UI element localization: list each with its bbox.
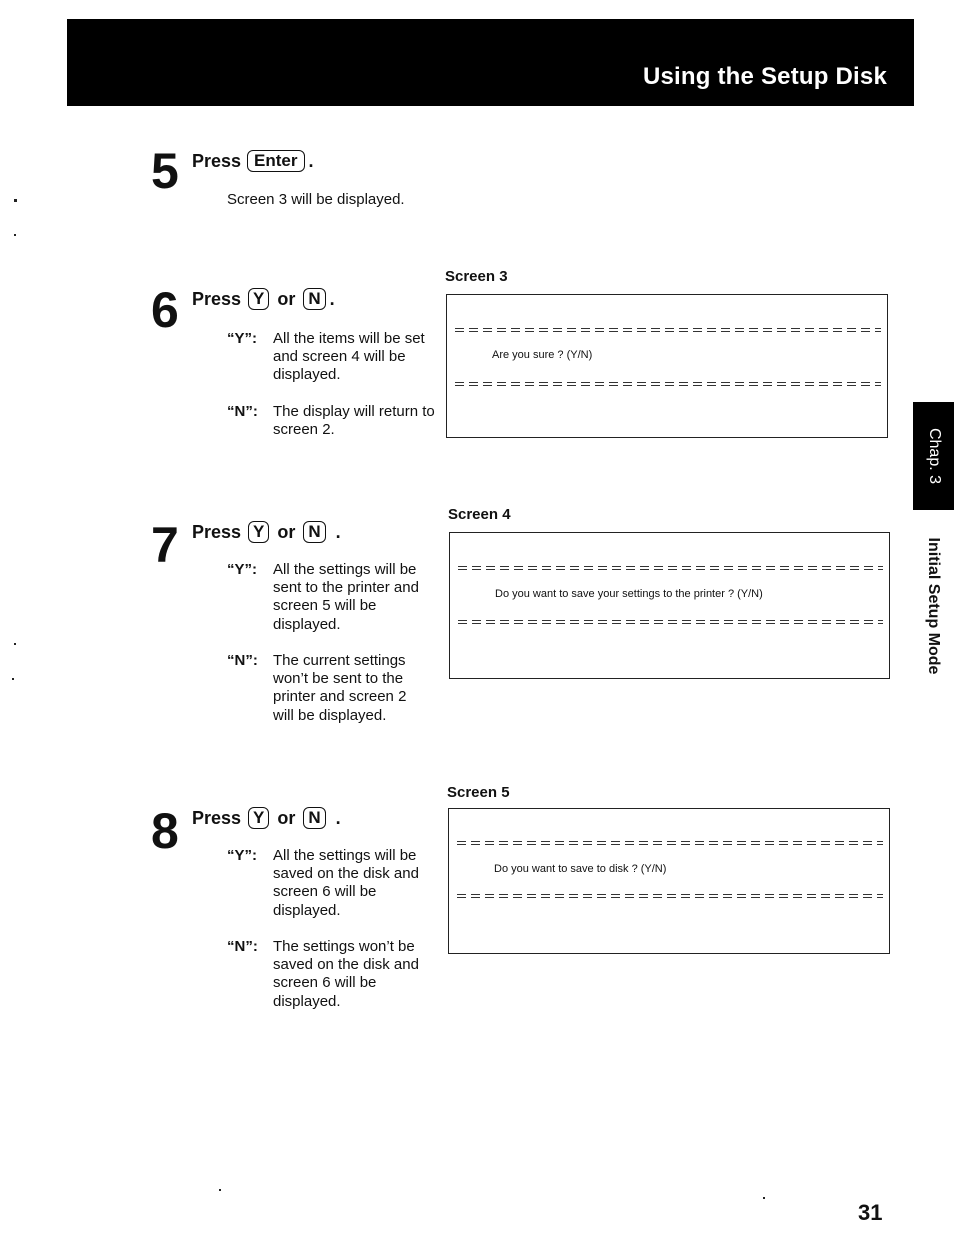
step-heading: Press Enter .: [192, 150, 314, 172]
y-key-icon: Y: [248, 807, 270, 829]
dashed-divider: [455, 328, 881, 332]
option-text: All the settings will be saved on the di…: [273, 847, 419, 919]
page-number: 31: [858, 1200, 883, 1225]
scan-speck: [14, 199, 17, 202]
step-heading: Press Y or N .: [192, 288, 335, 310]
period: .: [335, 521, 341, 542]
scan-speck: [12, 678, 14, 680]
dashed-divider: [458, 620, 883, 624]
dashed-divider: [458, 566, 883, 570]
screen-3-label: Screen 3: [445, 268, 508, 285]
press-label: Press: [192, 288, 242, 309]
step-number: 6: [151, 282, 179, 338]
chapter-tab-label: Chap. 3: [925, 427, 943, 485]
screen-5-label: Screen 5: [447, 784, 510, 801]
chapter-title: Initial Setup Mode: [925, 537, 942, 675]
press-label: Press: [192, 521, 242, 542]
option-key: “N”:: [227, 652, 258, 669]
scan-speck: [763, 1197, 765, 1199]
screen-4-box: Do you want to save your settings to the…: [449, 532, 890, 679]
step-number: 7: [151, 517, 179, 573]
option-text: The display will return to screen 2.: [273, 403, 435, 439]
period: .: [329, 288, 335, 309]
press-label: Press: [192, 150, 242, 171]
or-label: or: [277, 807, 296, 828]
dashed-divider: [455, 382, 881, 386]
screen-4-label: Screen 4: [448, 506, 511, 523]
dashed-divider: [457, 841, 883, 845]
n-key-icon: N: [303, 807, 326, 829]
option-text: All the items will be set and screen 4 w…: [273, 330, 425, 384]
step-number: 5: [151, 143, 179, 199]
period: .: [308, 150, 314, 171]
page-header-bar: Using the Setup Disk: [67, 19, 914, 106]
n-key-icon: N: [303, 288, 326, 310]
option-key: “Y”:: [227, 330, 257, 347]
page-title: Using the Setup Disk: [642, 63, 887, 90]
dashed-divider: [457, 894, 883, 898]
option-text: The settings won’t be saved on the disk …: [273, 938, 419, 1010]
option-key: “N”:: [227, 938, 258, 955]
step-heading: Press Y or N .: [192, 521, 341, 543]
chapter-tab: Chap. 3: [913, 402, 954, 510]
press-label: Press: [192, 807, 242, 828]
or-label: or: [277, 288, 296, 309]
step-number: 8: [151, 803, 179, 859]
scan-speck: [14, 234, 16, 236]
screen-3-prompt: Are you sure ? (Y/N): [492, 349, 593, 361]
option-text: The current settings won’t be sent to th…: [273, 652, 407, 724]
scan-speck: [219, 1189, 221, 1191]
step-heading: Press Y or N .: [192, 807, 341, 829]
y-key-icon: Y: [248, 521, 270, 543]
option-key: “Y”:: [227, 561, 257, 578]
option-key: “Y”:: [227, 847, 257, 864]
period: .: [335, 807, 341, 828]
step-description: Screen 3 will be displayed.: [227, 191, 405, 208]
enter-key-icon: Enter: [247, 150, 305, 172]
option-text: All the settings will be sent to the pri…: [273, 561, 419, 633]
scan-speck: [14, 643, 16, 645]
screen-4-prompt: Do you want to save your settings to the…: [495, 588, 763, 600]
y-key-icon: Y: [248, 288, 270, 310]
screen-3-box: Are you sure ? (Y/N): [446, 294, 888, 438]
n-key-icon: N: [303, 521, 326, 543]
screen-5-prompt: Do you want to save to disk ? (Y/N): [494, 863, 667, 875]
or-label: or: [277, 521, 296, 542]
option-key: “N”:: [227, 403, 258, 420]
screen-5-box: Do you want to save to disk ? (Y/N): [448, 808, 890, 954]
